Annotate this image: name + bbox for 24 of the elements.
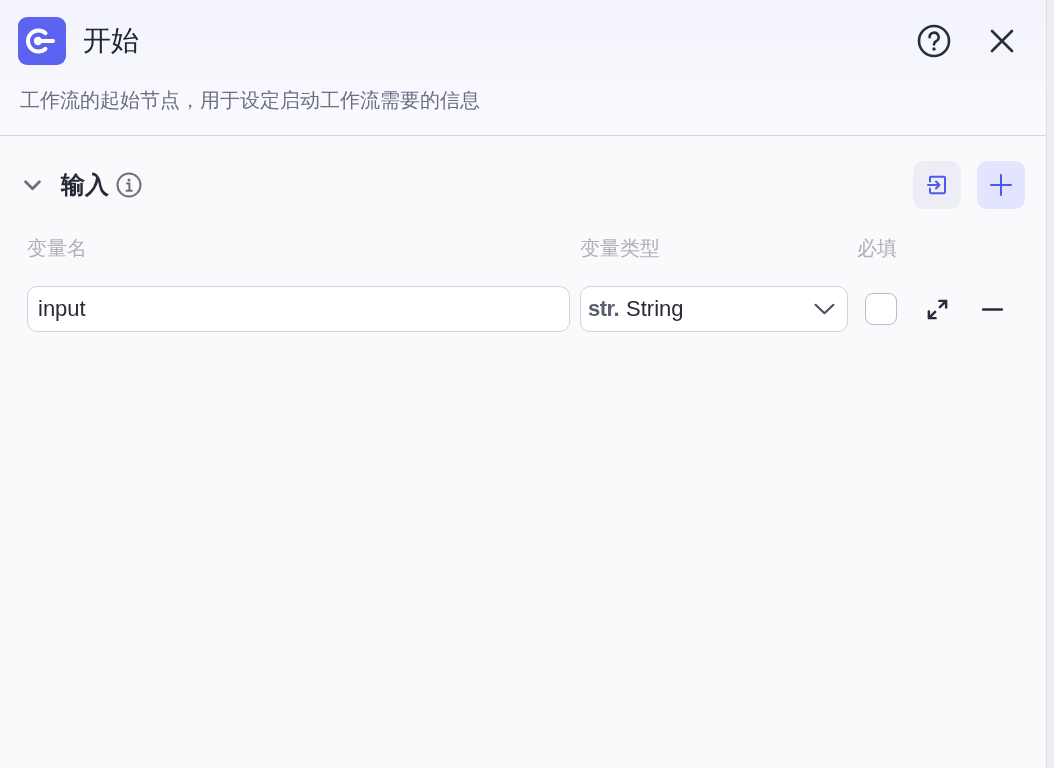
remove-variable-button[interactable] [981,307,1003,311]
column-header: 变量名 [27,236,87,261]
import-button[interactable] [913,161,961,209]
add-variable-button[interactable] [977,161,1025,209]
help-button[interactable] [917,24,951,58]
arrow-in-box-icon [925,173,949,197]
section-title: 输入 [61,170,109,200]
plus-icon [989,173,1013,197]
column-header: 变量类型 [580,236,660,261]
column-header: 必填 [857,236,897,261]
help-icon [917,24,951,58]
variable-type-select[interactable]: str. String [580,286,848,332]
close-button[interactable] [990,29,1014,53]
chevron-down-icon [814,303,835,315]
panel-description: 工作流的起始节点，用于设定启动工作流需要的信息 [20,88,481,113]
variable-name-field[interactable]: input [27,286,570,332]
node-logo-icon [18,17,66,65]
expand-icon [925,297,949,321]
info-icon [116,172,142,198]
minus-icon [981,307,1003,311]
required-checkbox[interactable] [865,293,897,325]
panel-title: 开始 [83,24,139,58]
expand-button[interactable] [925,297,949,321]
close-icon [990,29,1014,53]
